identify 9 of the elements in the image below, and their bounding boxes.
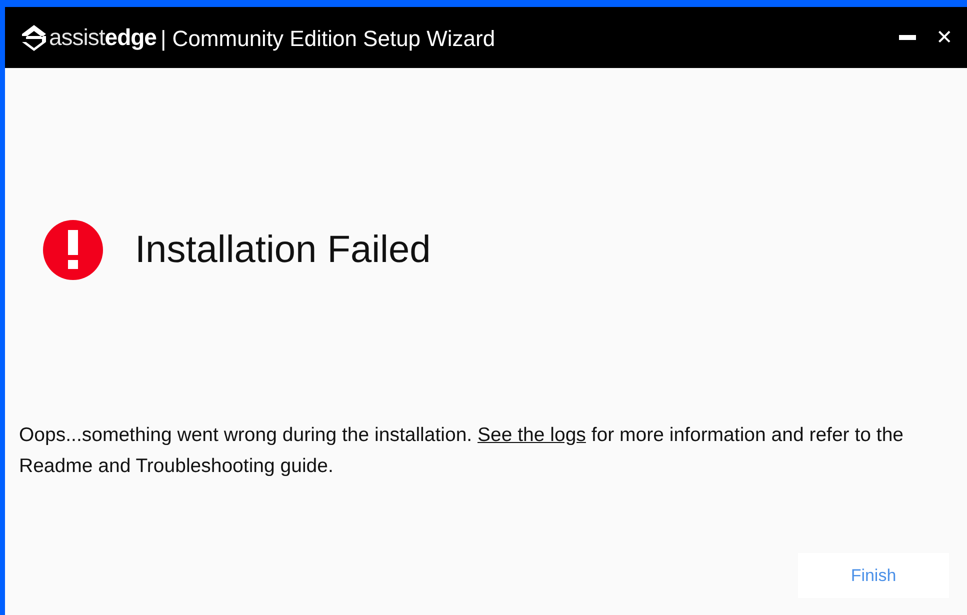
error-message: Oops...something went wrong during the installation. See the logs for more information and refer to the Readme and Troubleshooting guide.: [19, 423, 905, 479]
logo-icon: [21, 24, 47, 52]
minimize-icon: [898, 35, 916, 40]
error-icon: [43, 220, 103, 280]
logo-text: assistedge: [49, 23, 156, 52]
logs-link[interactable]: See the logs: [478, 424, 586, 446]
window-title: | Community Edition Setup Wizard: [160, 25, 496, 53]
close-button[interactable]: ✕: [936, 28, 953, 48]
status-heading: Installation Failed: [135, 228, 431, 272]
